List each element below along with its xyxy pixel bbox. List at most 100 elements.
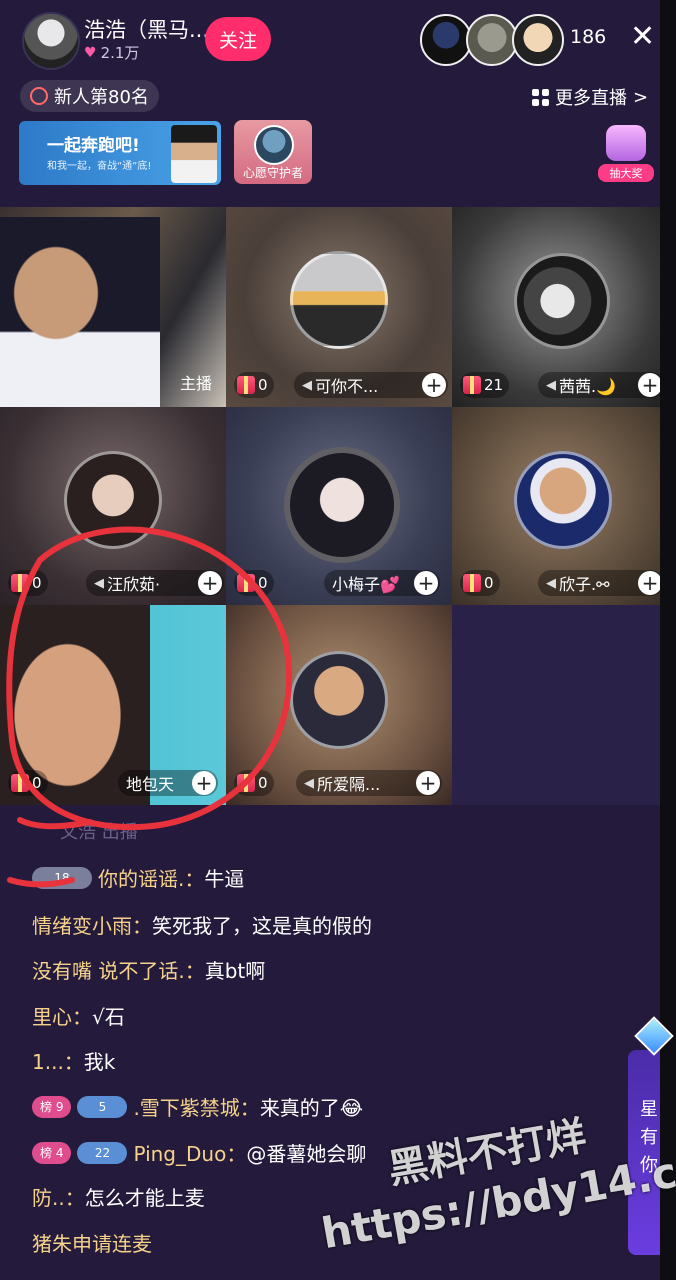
seat-name: 小梅子💕 <box>332 575 400 594</box>
chat-message[interactable]: 防..：怎么才能上麦 <box>32 1182 205 1211</box>
fan-badge: 5 <box>77 1095 128 1118</box>
grid-icon <box>532 88 549 106</box>
add-button[interactable]: + <box>638 373 660 397</box>
chat-message[interactable]: 情绪变小雨：笑死我了，这是真的假的 <box>32 910 372 939</box>
chat-text: √石 <box>92 1005 125 1029</box>
chat-username: 你的谣谣.： <box>98 867 205 891</box>
guardian-label: 心愿守护者 <box>242 166 303 180</box>
chat-message[interactable]: 里心：√石 <box>32 1001 125 1030</box>
host-name[interactable]: 浩浩（黑马... <box>84 14 209 44</box>
gift-icon <box>237 376 255 394</box>
add-button[interactable]: + <box>416 771 440 795</box>
gift-count: 0 <box>32 774 42 792</box>
rank-badge[interactable]: 新人第80名 <box>20 80 159 112</box>
heart-icon: ♥ <box>84 44 97 61</box>
seat-name: 可你不... <box>315 377 379 396</box>
gift-counter[interactable]: 21 <box>460 372 510 398</box>
gift-icon <box>463 376 481 394</box>
host-video <box>0 217 160 407</box>
seat-avatar <box>290 651 388 749</box>
chat-username: 情绪变小雨： <box>32 914 152 938</box>
add-button[interactable]: + <box>192 771 216 795</box>
more-live-button[interactable]: 更多直播 > <box>532 84 648 110</box>
gift-counter[interactable]: 0 <box>460 570 500 596</box>
fan-badge: 22 <box>77 1141 128 1164</box>
seat-name-pill[interactable]: 小梅子💕 + <box>324 570 440 596</box>
gift-count: 0 <box>32 574 42 592</box>
seat-name: 欣子.⚯ <box>559 575 610 594</box>
chat-username: Ping_Duo： <box>133 1142 247 1166</box>
seat-5[interactable]: 0 小梅子💕 + <box>226 407 452 605</box>
seat-8[interactable]: 0 ◀ 所爱隔... + <box>226 605 452 805</box>
seat-4[interactable]: 0 ◀ 汪欣茹· + <box>0 407 226 605</box>
follow-button[interactable]: 关注 <box>205 17 271 61</box>
gift-counter[interactable]: 0 <box>234 770 274 796</box>
seat-name: 所爱隔... <box>317 775 381 794</box>
banner-person-image <box>171 125 217 183</box>
chat-text: 怎么才能上麦 <box>84 1186 205 1210</box>
chat-text: 真bt啊 <box>204 959 266 983</box>
seat-2[interactable]: 0 ◀ 可你不... + <box>226 207 452 407</box>
close-icon[interactable]: ✕ <box>630 22 655 52</box>
chat-message[interactable]: 榜 4 22 Ping_Duo：@番薯她会聊 <box>32 1138 366 1167</box>
seat-name-pill[interactable]: ◀ 所爱隔... + <box>296 770 442 796</box>
chat-username: 1...： <box>32 1050 84 1074</box>
add-button[interactable]: + <box>198 571 222 595</box>
mute-icon: ◀ <box>302 377 312 393</box>
lottery-button[interactable]: 抽大奖 <box>598 123 654 183</box>
host-likes: ♥ 2.1万 <box>84 42 139 63</box>
mute-icon: ◀ <box>546 575 556 591</box>
chat-username: .雪下紫禁城： <box>133 1096 260 1120</box>
seat-name-pill[interactable]: ◀ 可你不... + <box>294 372 448 398</box>
banner-subtitle: 和我一起，奋战“通”底! <box>47 161 152 172</box>
add-button[interactable]: + <box>414 571 438 595</box>
host-avatar[interactable] <box>22 12 80 70</box>
seat-name-pill[interactable]: 地包天 + <box>118 770 218 796</box>
seat-3[interactable]: 21 ◀ 茜茜.🌙 + <box>452 207 660 407</box>
gift-counter[interactable]: 0 <box>234 372 274 398</box>
gift-count: 0 <box>258 774 268 792</box>
add-button[interactable]: + <box>422 373 446 397</box>
seat-avatar <box>64 451 162 549</box>
rank-label: 新人第80名 <box>54 87 149 108</box>
chat-username: 没有嘴 说不了话.： <box>32 959 205 983</box>
gift-icon <box>237 574 255 592</box>
seat-6[interactable]: 0 ◀ 欣子.⚯ + <box>452 407 660 605</box>
chat-message[interactable]: 榜 9 5 .雪下紫禁城：来真的了😂 <box>32 1092 363 1121</box>
viewer-avatar[interactable] <box>420 14 472 66</box>
chat-username: 猪朱申请连麦 <box>32 1232 152 1256</box>
more-live-label: 更多直播 <box>555 88 627 109</box>
seat-name-pill[interactable]: ◀ 汪欣茹· + <box>86 570 224 596</box>
empty-seat-area <box>452 605 660 805</box>
guardian-button[interactable]: 心愿守护者 <box>234 120 312 184</box>
gift-counter[interactable]: 0 <box>8 570 48 596</box>
seat-name: 地包天 <box>126 775 175 794</box>
event-banner[interactable]: 一起奔跑吧! 和我一起，奋战“通”底! <box>19 121 221 185</box>
seat-avatar <box>514 253 610 349</box>
gift-counter[interactable]: 0 <box>8 770 48 796</box>
seat-host[interactable]: 主播 <box>0 207 226 407</box>
seat-avatar <box>290 251 388 349</box>
add-button[interactable]: + <box>638 571 660 595</box>
seat-7[interactable]: 0 地包天 + <box>0 605 226 805</box>
chat-message[interactable]: 1...：我k <box>32 1046 115 1075</box>
seat-name-pill[interactable]: ◀ 茜茜.🌙 + <box>538 372 660 398</box>
screen-edge <box>660 0 676 1280</box>
faded-chat-line: 文浩 出播 <box>60 822 138 843</box>
chat-message[interactable]: 猪朱申请连麦 <box>32 1228 152 1257</box>
chat-username: 里心： <box>32 1005 92 1029</box>
gift-counter[interactable]: 0 <box>234 570 274 596</box>
chat-message[interactable]: 18 你的谣谣.：牛逼 <box>32 863 244 892</box>
chat-message[interactable]: 没有嘴 说不了话.：真bt啊 <box>32 955 265 984</box>
seat-name-pill[interactable]: ◀ 欣子.⚯ + <box>538 570 660 596</box>
viewer-avatar[interactable] <box>466 14 518 66</box>
gift-count: 21 <box>484 376 504 394</box>
lottery-label: 抽大奖 <box>598 164 654 182</box>
viewer-count[interactable]: 186 <box>570 26 606 48</box>
chat-text: @番薯她会聊 <box>246 1142 367 1166</box>
gift-icon <box>11 574 29 592</box>
mute-icon: ◀ <box>304 775 314 791</box>
gift-count: 0 <box>484 574 494 592</box>
viewer-avatar[interactable] <box>512 14 564 66</box>
chat-text: 来真的了😂 <box>259 1096 364 1120</box>
